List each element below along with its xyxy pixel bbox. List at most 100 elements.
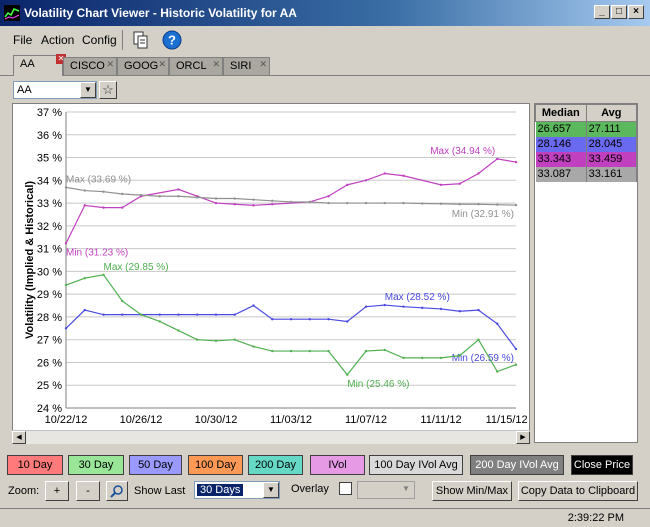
series-point bbox=[383, 348, 386, 352]
stats-row: 26.657 27.111 bbox=[535, 121, 638, 137]
show-last-dropdown[interactable]: 30 Days ▼ bbox=[194, 481, 280, 499]
copy-document-icon[interactable] bbox=[130, 29, 152, 51]
series-point bbox=[364, 201, 368, 205]
series-point bbox=[139, 193, 143, 197]
overlay-checkbox[interactable] bbox=[339, 482, 352, 495]
y-tick-label: 30 % bbox=[37, 266, 62, 278]
series-line bbox=[65, 274, 517, 376]
series-point bbox=[121, 313, 124, 316]
tab-orcl[interactable]: ORCL ✕ bbox=[169, 57, 223, 75]
series-200day-ivol-avg-button[interactable]: 200 Day IVol Avg bbox=[470, 455, 564, 475]
series-point bbox=[158, 320, 161, 323]
tab-goog[interactable]: GOOG ✕ bbox=[117, 57, 169, 75]
button-label: Close Price bbox=[573, 459, 631, 471]
tab-label: AA bbox=[20, 58, 35, 70]
button-label: 100 Day bbox=[195, 459, 236, 471]
scroll-right-icon[interactable]: ▶ bbox=[516, 431, 530, 444]
tab-cisco[interactable]: CISCO ✕ bbox=[63, 57, 117, 75]
series-point bbox=[177, 195, 180, 198]
series-50day-button[interactable]: 50 Day bbox=[129, 455, 182, 475]
tab-close-icon[interactable]: ✕ bbox=[259, 59, 267, 70]
x-tick-label: 11/11/12 bbox=[420, 414, 461, 426]
chart-scrollbar[interactable]: ◀ ▶ bbox=[12, 430, 530, 444]
button-label: Show Min/Max bbox=[435, 485, 509, 497]
series-point bbox=[271, 203, 274, 206]
tab-close-icon[interactable]: ✕ bbox=[106, 59, 114, 70]
show-last-value: 30 Days bbox=[197, 484, 244, 496]
x-tick-label: 10/26/12 bbox=[120, 414, 163, 426]
stats-row: 33.343 33.459 bbox=[535, 151, 638, 167]
series-point bbox=[421, 306, 424, 310]
chevron-down-icon[interactable]: ▼ bbox=[80, 82, 96, 98]
tab-close-icon[interactable]: ✕ bbox=[212, 59, 220, 70]
series-point bbox=[402, 305, 405, 308]
series-point bbox=[439, 307, 443, 311]
series-point bbox=[346, 320, 349, 323]
menu-file[interactable]: File bbox=[13, 33, 32, 47]
volatility-chart: 24 %25 %26 %27 %28 %29 %30 %31 %32 %33 %… bbox=[24, 107, 528, 426]
tab-aa[interactable]: AA ✕ bbox=[13, 54, 66, 76]
zoom-search-button[interactable] bbox=[106, 481, 128, 501]
series-point bbox=[214, 197, 218, 200]
symbol-value: AA bbox=[17, 84, 32, 96]
window-title: Volatility Chart Viewer - Historic Volat… bbox=[24, 6, 297, 20]
tab-siri[interactable]: SIRI ✕ bbox=[223, 57, 270, 75]
series-point bbox=[514, 203, 518, 207]
series-point bbox=[458, 354, 461, 357]
favorite-star-button[interactable]: ☆ bbox=[99, 81, 117, 99]
series-point bbox=[308, 349, 311, 353]
overlay-symbol-dropdown[interactable]: ▼ bbox=[357, 481, 415, 499]
menu-action[interactable]: Action bbox=[41, 33, 74, 47]
button-label: + bbox=[53, 485, 61, 497]
copy-to-clipboard-button[interactable]: Copy Data to Clipboard bbox=[518, 481, 638, 501]
series-point bbox=[102, 273, 105, 276]
min-max-annotation: Max (29.85 %) bbox=[104, 262, 169, 273]
series-point bbox=[346, 183, 349, 187]
series-200day-button[interactable]: 200 Day bbox=[248, 455, 303, 475]
chevron-down-icon[interactable]: ▼ bbox=[263, 482, 279, 498]
series-point bbox=[64, 242, 68, 245]
y-tick-label: 36 % bbox=[37, 130, 62, 142]
button-label: - bbox=[86, 485, 90, 497]
zoom-out-button[interactable]: - bbox=[76, 481, 100, 501]
series-point bbox=[271, 199, 274, 202]
series-10day-button[interactable]: 10 Day bbox=[7, 455, 63, 475]
series-point bbox=[289, 200, 293, 204]
stats-avg-cell: 28.045 bbox=[586, 136, 638, 152]
series-100day-button[interactable]: 100 Day bbox=[188, 455, 243, 475]
series-point bbox=[252, 198, 255, 201]
min-max-annotation: Max (34.94 %) bbox=[430, 146, 495, 157]
chart-panel: 24 % 25 % 26 % 27 % 28 % 29 % 30 % 31 % 32 % 33 %… bbox=[12, 103, 530, 443]
series-point bbox=[364, 349, 368, 353]
series-point bbox=[177, 188, 180, 191]
series-ivol-button[interactable]: IVol bbox=[310, 455, 365, 475]
maximize-button[interactable]: □ bbox=[611, 5, 627, 19]
series-100day-ivol-avg-button[interactable]: 100 Day IVol Avg bbox=[369, 455, 463, 475]
series-point bbox=[514, 347, 518, 351]
help-icon[interactable]: ? bbox=[161, 29, 183, 51]
zoom-in-button[interactable]: + bbox=[45, 481, 69, 501]
series-close-price-button[interactable]: Close Price bbox=[571, 455, 633, 475]
series-30day-button[interactable]: 30 Day bbox=[68, 455, 124, 475]
series-point bbox=[364, 179, 368, 182]
button-label: Copy Data to Clipboard bbox=[520, 485, 636, 497]
series-point bbox=[289, 318, 293, 321]
status-time: 2:39:22 PM bbox=[567, 512, 624, 524]
minimize-button[interactable]: _ bbox=[594, 5, 610, 19]
y-tick-label: 28 % bbox=[37, 312, 62, 324]
tab-close-icon[interactable]: ✕ bbox=[158, 59, 166, 70]
close-button[interactable]: × bbox=[628, 5, 644, 19]
series-point bbox=[271, 349, 274, 353]
symbol-dropdown[interactable]: AA ▼ bbox=[13, 81, 97, 99]
menu-config[interactable]: Config bbox=[82, 33, 117, 47]
chevron-down-icon[interactable]: ▼ bbox=[398, 482, 414, 498]
button-label: IVol bbox=[328, 459, 347, 471]
show-minmax-button[interactable]: Show Min/Max bbox=[432, 481, 512, 501]
scroll-left-icon[interactable]: ◀ bbox=[12, 431, 26, 444]
series-point bbox=[308, 200, 311, 204]
stats-median-cell: 33.343 bbox=[535, 151, 587, 167]
series-point bbox=[177, 313, 180, 316]
series-point bbox=[102, 190, 105, 193]
series-point bbox=[121, 206, 124, 209]
x-tick-label: 11/07/12 bbox=[345, 414, 387, 426]
